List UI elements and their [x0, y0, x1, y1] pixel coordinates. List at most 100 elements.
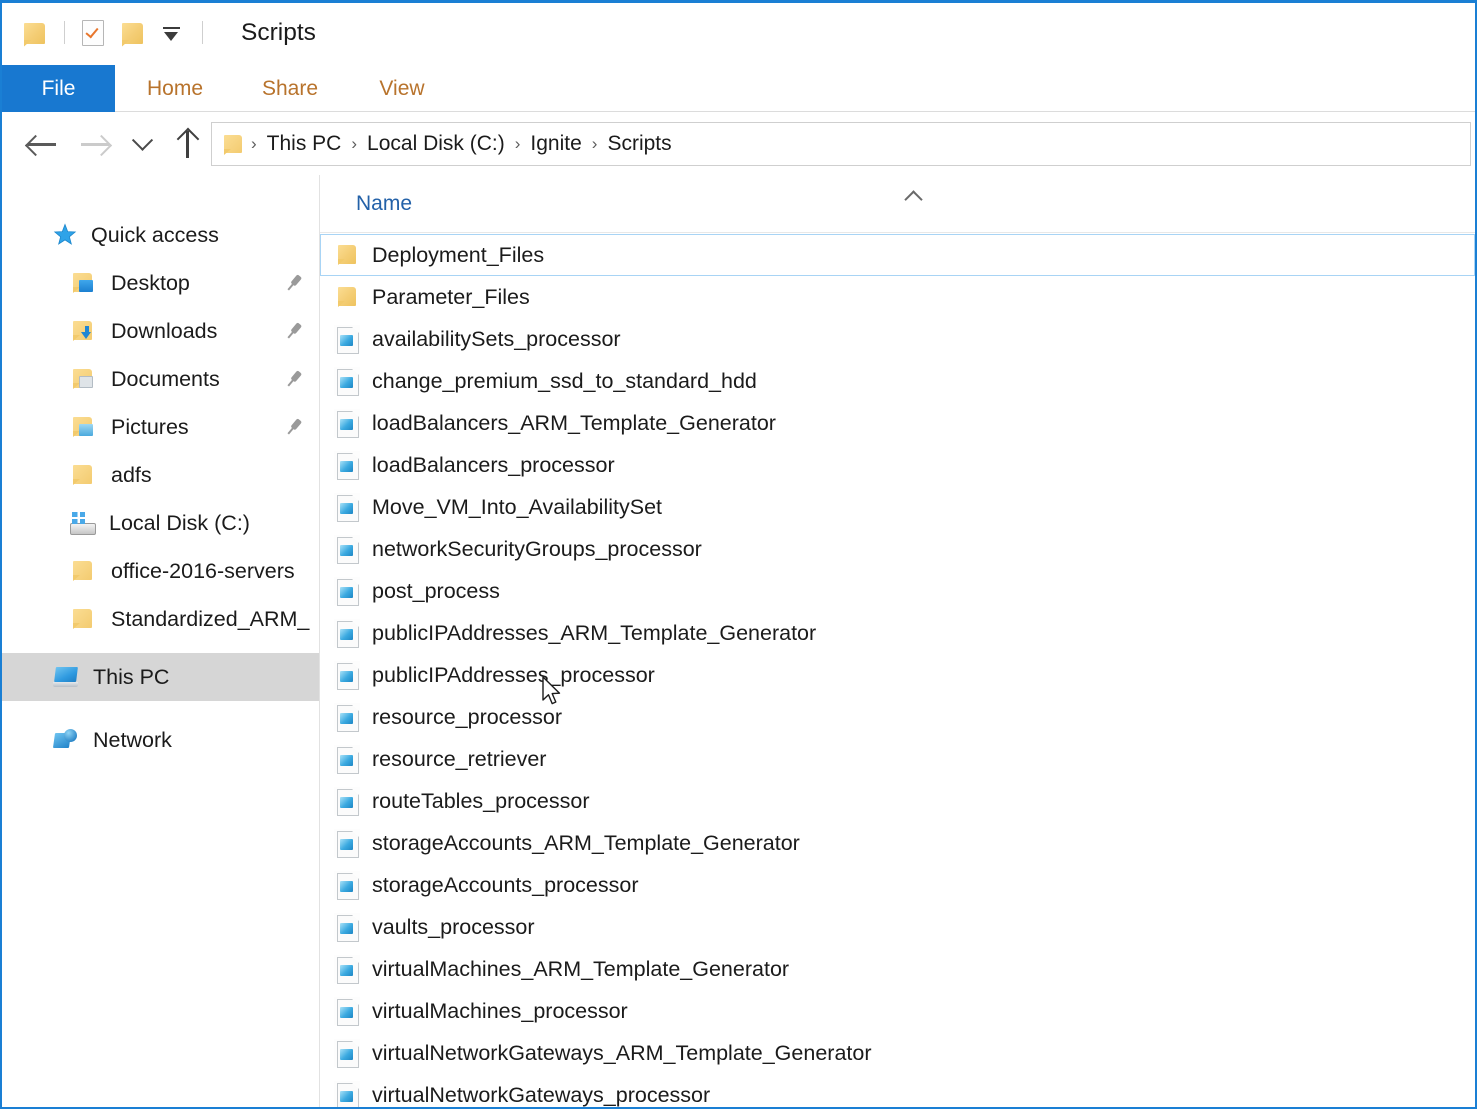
script-file-icon: [334, 493, 360, 521]
script-file-icon: [334, 1039, 360, 1067]
file-name-label: virtualMachines_processor: [372, 999, 628, 1024]
sidebar-item-documents[interactable]: Documents: [2, 355, 319, 403]
script-file-icon: [334, 577, 360, 605]
sidebar-label: Desktop: [111, 271, 190, 296]
file-row[interactable]: virtualMachines_ARM_Template_Generator: [320, 948, 1475, 990]
tab-file[interactable]: File: [2, 65, 115, 112]
sidebar-label: Documents: [111, 367, 220, 392]
file-name-label: availabilitySets_processor: [372, 327, 621, 352]
script-file-icon: [334, 367, 360, 395]
sidebar-item-adfs[interactable]: adfs: [2, 451, 319, 499]
breadcrumb-separator: ›: [248, 134, 260, 154]
file-name-label: storageAccounts_processor: [372, 873, 639, 898]
sidebar-item-downloads[interactable]: Downloads: [2, 307, 319, 355]
file-row[interactable]: resource_processor: [320, 696, 1475, 738]
file-name-label: change_premium_ssd_to_standard_hdd: [372, 369, 757, 394]
tab-view[interactable]: View: [350, 65, 454, 112]
file-row[interactable]: networkSecurityGroups_processor: [320, 528, 1475, 570]
up-button[interactable]: [163, 113, 211, 175]
sidebar-item-local-disk[interactable]: Local Disk (C:): [2, 499, 319, 547]
tab-share[interactable]: Share: [235, 65, 345, 112]
sidebar-item-standardized-arm[interactable]: Standardized_ARM_: [2, 595, 319, 643]
file-name-label: networkSecurityGroups_processor: [372, 537, 702, 562]
new-folder-icon[interactable]: [122, 21, 145, 45]
arrow-up-icon: [176, 130, 198, 158]
file-row[interactable]: publicIPAddresses_processor: [320, 654, 1475, 696]
file-row[interactable]: Parameter_Files: [320, 276, 1475, 318]
address-bar[interactable]: › This PC › Local Disk (C:) › Ignite › S…: [211, 122, 1471, 166]
file-row[interactable]: vaults_processor: [320, 906, 1475, 948]
breadcrumb-this-pc[interactable]: This PC: [260, 132, 349, 156]
file-name-label: virtualNetworkGateways_processor: [372, 1083, 710, 1108]
title-divider: [202, 21, 203, 44]
tab-home[interactable]: Home: [120, 65, 230, 112]
file-name-label: Deployment_Files: [372, 243, 544, 268]
breadcrumb-separator: ›: [512, 134, 524, 154]
file-row[interactable]: virtualMachines_processor: [320, 990, 1475, 1032]
file-name-label: virtualNetworkGateways_ARM_Template_Gene…: [372, 1041, 872, 1066]
back-button[interactable]: [15, 113, 69, 175]
file-row[interactable]: loadBalancers_processor: [320, 444, 1475, 486]
file-row[interactable]: Move_VM_Into_AvailabilitySet: [320, 486, 1475, 528]
sidebar-label: Network: [93, 728, 172, 753]
file-row[interactable]: storageAccounts_ARM_Template_Generator: [320, 822, 1475, 864]
breadcrumb-local-disk[interactable]: Local Disk (C:): [360, 132, 512, 156]
pin-icon[interactable]: [281, 414, 306, 439]
file-row[interactable]: post_process: [320, 570, 1475, 612]
picture-overlay-icon: [79, 424, 93, 436]
title-bar: Scripts: [2, 3, 1475, 62]
breadcrumb-ignite[interactable]: Ignite: [523, 132, 588, 156]
folder-icon[interactable]: [24, 21, 47, 45]
file-row[interactable]: change_premium_ssd_to_standard_hdd: [320, 360, 1475, 402]
sidebar-label: Quick access: [91, 223, 219, 248]
sidebar-label: Downloads: [111, 319, 217, 344]
folder-icon: [334, 283, 360, 311]
column-header-name[interactable]: Name: [356, 192, 412, 216]
script-file-icon: [334, 619, 360, 647]
desktop-overlay-icon: [79, 280, 93, 292]
folder-pictures-icon: [70, 413, 98, 441]
customize-dropdown-icon[interactable]: [159, 21, 185, 45]
script-file-icon: [334, 409, 360, 437]
sidebar-item-network[interactable]: Network: [2, 716, 319, 764]
file-row[interactable]: loadBalancers_ARM_Template_Generator: [320, 402, 1475, 444]
sort-ascending-icon: [905, 187, 923, 205]
recent-locations-button[interactable]: [121, 113, 163, 175]
script-file-icon: [334, 451, 360, 479]
file-name-label: publicIPAddresses_ARM_Template_Generator: [372, 621, 816, 646]
sidebar-item-office-2016-servers[interactable]: office-2016-servers: [2, 547, 319, 595]
file-list[interactable]: Deployment_Files Parameter_Files availabil…: [320, 234, 1475, 1107]
arrow-right-icon: [80, 133, 110, 155]
file-row[interactable]: virtualNetworkGateways_processor: [320, 1074, 1475, 1107]
file-row[interactable]: storageAccounts_processor: [320, 864, 1475, 906]
file-name-label: Move_VM_Into_AvailabilitySet: [372, 495, 662, 520]
script-file-icon: [334, 913, 360, 941]
file-row[interactable]: virtualNetworkGateways_ARM_Template_Gene…: [320, 1032, 1475, 1074]
script-file-icon: [334, 871, 360, 899]
column-header-row: Name: [320, 175, 1475, 233]
script-file-icon: [334, 955, 360, 983]
pin-icon[interactable]: [281, 318, 306, 343]
pin-icon[interactable]: [281, 366, 306, 391]
file-name-label: resource_processor: [372, 705, 562, 730]
sidebar-item-this-pc[interactable]: This PC: [2, 653, 319, 701]
pin-icon[interactable]: [281, 270, 306, 295]
chevron-down-icon: [131, 129, 152, 150]
file-row[interactable]: availabilitySets_processor: [320, 318, 1475, 360]
forward-button[interactable]: [69, 113, 121, 175]
file-row[interactable]: Deployment_Files: [320, 234, 1475, 276]
file-row[interactable]: routeTables_processor: [320, 780, 1475, 822]
breadcrumb-separator: ›: [348, 134, 360, 154]
file-row[interactable]: publicIPAddresses_ARM_Template_Generator: [320, 612, 1475, 654]
properties-icon[interactable]: [82, 20, 104, 46]
file-name-label: storageAccounts_ARM_Template_Generator: [372, 831, 800, 856]
file-row[interactable]: resource_retriever: [320, 738, 1475, 780]
window-title: Scripts: [241, 19, 316, 47]
folder-desktop-icon: [70, 269, 98, 297]
file-name-label: publicIPAddresses_processor: [372, 663, 655, 688]
sidebar-item-desktop[interactable]: Desktop: [2, 259, 319, 307]
sidebar-item-pictures[interactable]: Pictures: [2, 403, 319, 451]
file-name-label: loadBalancers_processor: [372, 453, 615, 478]
sidebar-item-quick-access[interactable]: Quick access: [2, 211, 319, 259]
breadcrumb-scripts[interactable]: Scripts: [600, 132, 678, 156]
